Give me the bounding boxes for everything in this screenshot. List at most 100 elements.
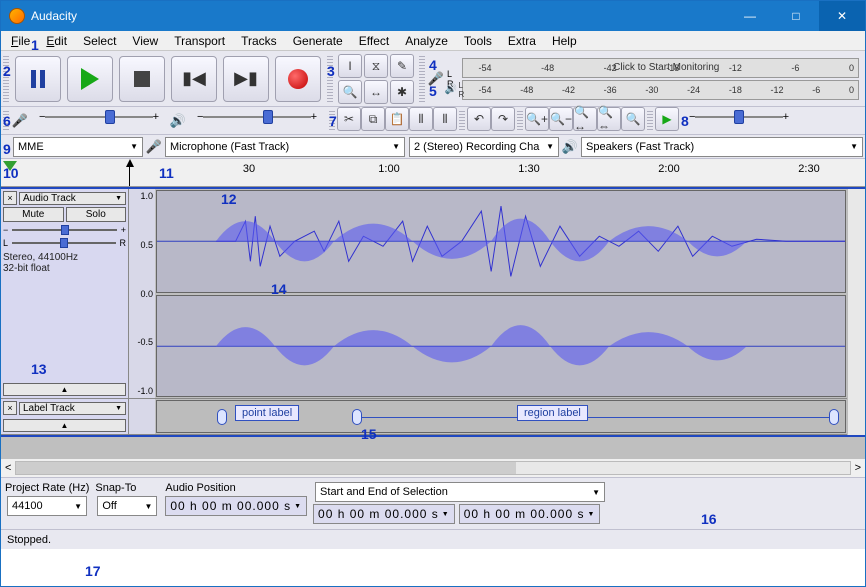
point-label[interactable]: point label (235, 405, 299, 421)
rec-meter-mic-icon[interactable]: 🎤 (427, 51, 445, 106)
zoom-in-button[interactable]: 🔍+ (525, 107, 549, 131)
toolbar-grip[interactable] (517, 111, 523, 130)
status-bar: Stopped. (1, 529, 865, 549)
app-logo-icon (9, 8, 25, 24)
timeline-tick: 1:00 (378, 163, 399, 175)
recording-device-combo[interactable]: Microphone (Fast Track)▼ (165, 137, 405, 157)
speaker-icon[interactable]: 🔊 (445, 81, 457, 99)
mic-icon: 🎤 (145, 139, 163, 155)
meter-tick: -24 (687, 85, 700, 95)
tools-toolbar: I ⧖ ✎ 🔍 ↔ ✱ (335, 51, 417, 106)
track-name-dropdown[interactable]: Audio Track▼ (19, 192, 126, 205)
track-control-panel[interactable]: × Audio Track▼ Mute Solo −+ LR Stereo, 4… (1, 189, 129, 398)
redo-button[interactable]: ↷ (491, 107, 515, 131)
selection-end-field[interactable]: 00 h 00 m 00.000 s▼ (459, 504, 601, 524)
skip-start-button[interactable]: ▮◀ (171, 56, 217, 102)
menu-transport[interactable]: Transport (166, 34, 233, 48)
toolbar-grip[interactable] (327, 55, 333, 102)
recording-meter[interactable]: -54 -48 -42 Click to Start Monitoring -1… (456, 51, 866, 106)
solo-button[interactable]: Solo (66, 207, 127, 222)
record-button[interactable] (275, 56, 321, 102)
toolbar-grip[interactable] (459, 111, 465, 130)
recording-channels-combo[interactable]: 2 (Stereo) Recording Cha▼ (409, 137, 559, 157)
horizontal-scrollbar[interactable]: <> (1, 459, 865, 477)
track-name-dropdown[interactable]: Label Track▼ (19, 402, 126, 415)
menu-select[interactable]: Select (75, 34, 124, 48)
zoom-tool[interactable]: 🔍 (338, 80, 362, 104)
fit-selection-button[interactable]: 🔍↔ (573, 107, 597, 131)
trim-button[interactable]: ⦀ (409, 107, 433, 131)
zoom-toggle-button[interactable]: 🔍 (621, 107, 645, 131)
snap-to-combo[interactable]: Off▼ (97, 496, 157, 516)
menu-view[interactable]: View (124, 34, 166, 48)
track-close-button[interactable]: × (3, 401, 17, 415)
meter-tick: -54 (479, 63, 492, 73)
playback-device-combo[interactable]: Speakers (Fast Track)▼ (581, 137, 863, 157)
audio-host-combo[interactable]: MME▼ (13, 137, 143, 157)
undo-button[interactable]: ↶ (467, 107, 491, 131)
project-rate-combo[interactable]: 44100▼ (7, 496, 87, 516)
menu-extra[interactable]: Extra (500, 34, 544, 48)
play-button[interactable] (67, 56, 113, 102)
window-title: Audacity (31, 9, 77, 23)
toolbar-grip[interactable] (3, 55, 9, 102)
track-collapse-button[interactable]: ▲ (3, 383, 126, 396)
toolbar-grip[interactable] (329, 111, 335, 130)
vertical-scale[interactable]: 1.00.50.0-0.5-1.0 (129, 189, 155, 398)
menu-effect[interactable]: Effect (351, 34, 397, 48)
selection-start-field[interactable]: 00 h 00 m 00.000 s▼ (313, 504, 455, 524)
meter-tick: -42 (562, 85, 575, 95)
menu-edit[interactable]: Edit (38, 34, 75, 48)
selection-tool[interactable]: I (338, 54, 362, 78)
toolbar-grip[interactable] (647, 111, 653, 130)
zoom-out-button[interactable]: 🔍− (549, 107, 573, 131)
cursor-marker-icon (126, 159, 134, 167)
timeshift-tool[interactable]: ↔ (364, 80, 388, 104)
pause-button[interactable] (15, 56, 61, 102)
close-button[interactable]: ✕ (819, 1, 865, 31)
menu-file[interactable]: File (3, 34, 38, 48)
timeline-ruler[interactable]: 30 1:00 1:30 2:00 2:30 (1, 159, 865, 187)
draw-tool[interactable]: ✎ (390, 54, 414, 78)
play-speed-slider[interactable]: −+ (679, 107, 799, 127)
envelope-tool[interactable]: ⧖ (364, 54, 388, 78)
skip-end-button[interactable]: ▶▮ (223, 56, 269, 102)
timeline-play-head[interactable] (1, 159, 19, 186)
mute-button[interactable]: Mute (3, 207, 64, 222)
fit-project-button[interactable]: 🔍⇔ (597, 107, 621, 131)
meter-tick: -6 (791, 63, 799, 73)
silence-button[interactable]: ⦀ (433, 107, 457, 131)
menu-analyze[interactable]: Analyze (397, 34, 456, 48)
multi-tool[interactable]: ✱ (390, 80, 414, 104)
play-at-speed-button[interactable]: ▶ (655, 107, 679, 131)
vertical-scrollbar[interactable] (847, 189, 865, 435)
stop-button[interactable] (119, 56, 165, 102)
label-handle[interactable] (352, 409, 362, 425)
menu-generate[interactable]: Generate (285, 34, 351, 48)
menu-tools[interactable]: Tools (456, 34, 500, 48)
label-handle[interactable] (217, 409, 227, 425)
maximize-button[interactable]: □ (773, 1, 819, 31)
project-rate-label: Project Rate (Hz) (5, 482, 89, 494)
audio-position-field[interactable]: 00 h 00 m 00.000 s▼ (165, 496, 307, 516)
recording-volume-slider[interactable]: −+ (29, 107, 169, 127)
device-toolbar: MME▼ 🎤 Microphone (Fast Track)▼ 2 (Stere… (1, 135, 865, 159)
menu-help[interactable]: Help (544, 34, 585, 48)
track-close-button[interactable]: × (3, 191, 17, 205)
label-track: × Label Track▼ ▲ point label region labe… (1, 399, 847, 435)
selection-toolbar: Project Rate (Hz) 44100▼ Snap-To Off▼ Au… (1, 477, 865, 529)
label-handle[interactable] (829, 409, 839, 425)
playback-volume-slider[interactable]: −+ (187, 107, 327, 127)
toolbar-grip[interactable] (419, 55, 425, 102)
copy-button[interactable]: ⧉ (361, 107, 385, 131)
cut-button[interactable]: ✂ (337, 107, 361, 131)
label-track-body[interactable]: point label region label (156, 400, 846, 433)
menu-tracks[interactable]: Tracks (233, 34, 285, 48)
toolbar-grip[interactable] (3, 111, 9, 130)
region-label[interactable]: region label (517, 405, 588, 421)
paste-button[interactable]: 📋 (385, 107, 409, 131)
waveform-display[interactable] (155, 189, 847, 398)
minimize-button[interactable]: ― (727, 1, 773, 31)
selection-mode-combo[interactable]: Start and End of Selection▼ (315, 482, 605, 502)
track-collapse-button[interactable]: ▲ (3, 419, 126, 432)
